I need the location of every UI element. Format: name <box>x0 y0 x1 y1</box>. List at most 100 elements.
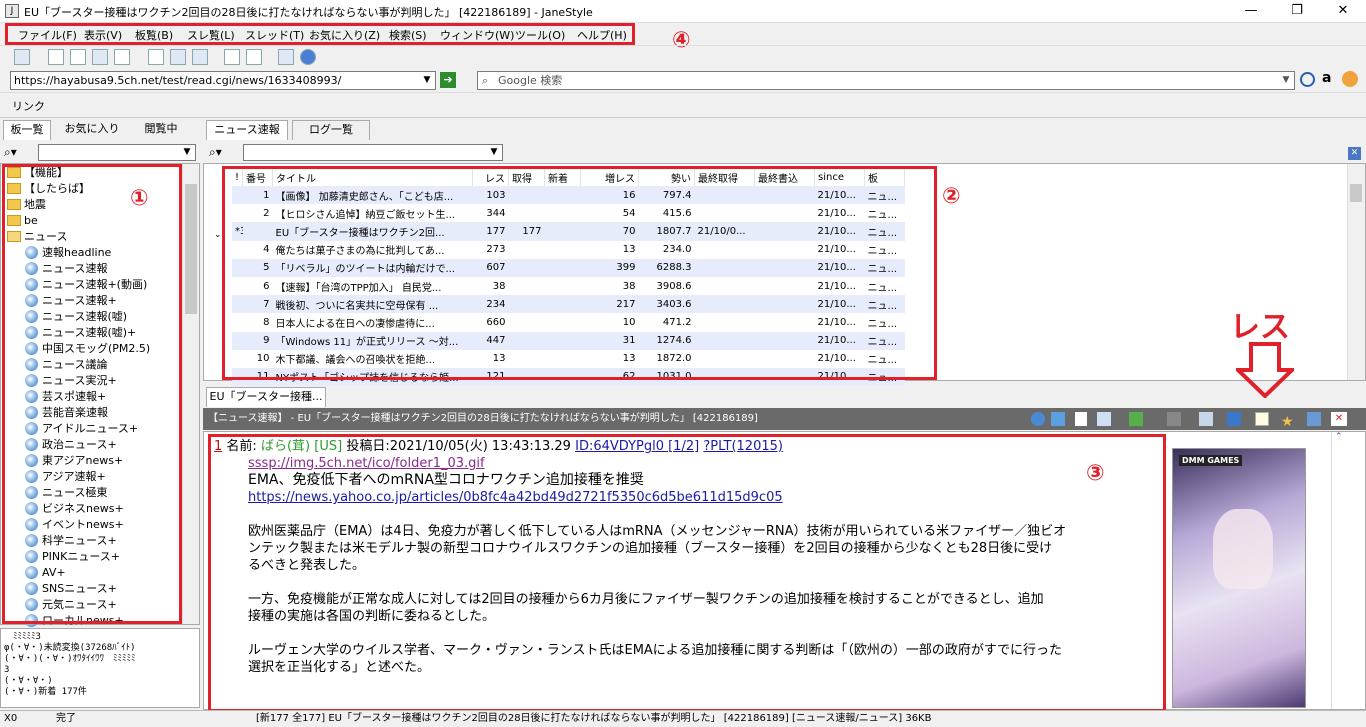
menu-tools[interactable]: ツール(O) <box>515 27 565 43</box>
menu-favorites[interactable]: お気に入り(Z) <box>309 27 380 43</box>
maximize-button[interactable]: ❐ <box>1274 0 1320 23</box>
column-header[interactable]: 新着 <box>544 168 582 186</box>
thread-filter-input[interactable]: ▼ <box>243 144 503 161</box>
tab-news-sokuho[interactable]: ニュース速報 <box>206 120 288 140</box>
thread-row[interactable]: 9 「Windows 11」が正式リリース ～対... 447 31 1274.6 21/… <box>232 331 905 350</box>
board-item[interactable]: ニュース速報+(動画) <box>25 277 147 293</box>
board-item[interactable]: AV+ <box>25 565 66 581</box>
column-header[interactable]: since <box>814 168 866 186</box>
search-icon[interactable] <box>224 49 240 65</box>
engine-icon[interactable] <box>1342 71 1358 87</box>
thread-row[interactable]: 2 【ヒロシさん追悼】納豆ご飯セット生... 344 54 415.6 21/10... ニ… <box>232 204 905 222</box>
post-plt[interactable]: ?PLT(12015) <box>703 439 783 454</box>
refresh-icon[interactable] <box>1031 412 1045 426</box>
scroll-up-icon[interactable]: ⌃ <box>1335 432 1343 442</box>
tab-browsing[interactable]: 閲覧中 <box>133 120 189 140</box>
layout-4-icon[interactable] <box>114 49 130 65</box>
board-item[interactable]: 東アジアnews+ <box>25 453 123 469</box>
post-id[interactable]: ID:64VDYPgl0 [1/2] <box>575 439 699 454</box>
column-header[interactable]: 最終書込 <box>754 168 816 186</box>
tree-folder[interactable]: 【したらば】 <box>7 181 90 197</box>
reply-icon[interactable] <box>1255 412 1269 426</box>
column-header[interactable]: ! <box>232 168 243 186</box>
post-icon-link[interactable]: sssp://img.5ch.net/ico/folder1_03.gif <box>248 455 1164 472</box>
board-item[interactable]: 政治ニュース+ <box>25 437 117 453</box>
close-button[interactable]: ✕ <box>1320 0 1366 23</box>
column-header[interactable]: レス <box>472 168 510 186</box>
column-header[interactable]: 増レス <box>580 168 640 186</box>
stop-icon[interactable] <box>1167 412 1181 426</box>
tree-folder[interactable]: 地震 <box>7 197 46 213</box>
scroll-thumb[interactable] <box>1350 184 1362 202</box>
find-icon[interactable] <box>246 49 262 65</box>
column-header[interactable]: 番号 <box>242 168 274 186</box>
save-icon[interactable] <box>1097 412 1111 426</box>
menu-help[interactable]: ヘルプ(H) <box>577 27 627 43</box>
thread-search-icon[interactable]: ⌕▾ <box>209 145 222 160</box>
filter-search-icon[interactable]: ⌕▾ <box>4 145 17 160</box>
post-number[interactable]: 1 <box>214 439 222 454</box>
layout-1-icon[interactable] <box>48 49 64 65</box>
chevron-down-icon[interactable]: ▼ <box>419 72 435 89</box>
close-thread-icon[interactable]: ✕ <box>1331 412 1347 426</box>
next-icon[interactable] <box>1227 412 1241 426</box>
column-header[interactable]: 板 <box>864 168 906 186</box>
tree-folder[interactable]: 【機能】 <box>7 165 68 181</box>
board-item[interactable]: ニュース極東 <box>25 485 107 501</box>
tab-log-list[interactable]: ログ一覧 <box>292 120 370 140</box>
thread-row[interactable]: 5 「リベラル」のツイートは内輪だけで... 607 399 6288.3 21/10..… <box>232 258 905 277</box>
board-item[interactable]: 科学ニュース+ <box>25 533 117 549</box>
board-item[interactable]: ニュース議論 <box>25 357 107 373</box>
column-header[interactable]: 最終取得 <box>694 168 756 186</box>
scroll-thumb[interactable] <box>185 184 197 314</box>
board-item[interactable]: SNSニュース+ <box>25 581 117 597</box>
board-item[interactable]: 元気ニュース+ <box>25 597 117 613</box>
board-item[interactable]: ローカルnews+ <box>25 613 124 629</box>
tab-favorites[interactable]: お気に入り <box>55 120 129 140</box>
new-post-icon[interactable] <box>148 49 164 65</box>
url-input[interactable]: https://hayabusa9.5ch.net/test/read.cgi/… <box>10 71 436 90</box>
connect-icon[interactable] <box>14 49 30 65</box>
board-item[interactable]: アイドルニュース+ <box>25 421 138 437</box>
board-item[interactable]: ビジネスnews+ <box>25 501 124 517</box>
tree-folder[interactable]: be <box>7 213 38 229</box>
thread-row[interactable]: 11 NYポスト「ゴシップ誌を信じるなら姫... 121 62 1031.0 21/10.… <box>232 367 905 387</box>
tree-folder-open[interactable]: ニュース <box>7 229 67 245</box>
board-item[interactable]: ニュース速報 <box>25 261 107 277</box>
tab-read-thread[interactable]: EU「ブースター接種... <box>206 387 326 407</box>
post-article-link[interactable]: https://news.yahoo.co.jp/articles/0b8fc4… <box>248 489 1164 506</box>
refresh-all-icon[interactable] <box>192 49 208 65</box>
minimize-button[interactable]: — <box>1228 0 1274 23</box>
chevron-down-icon[interactable]: ▼ <box>1278 72 1294 89</box>
menu-search[interactable]: 検索(S) <box>389 27 427 43</box>
thread-row[interactable]: 6 【速報】「台湾のTPP加入」 自民党... 38 38 3908.6 21/10...… <box>232 277 905 295</box>
board-item[interactable]: 速報headline <box>25 245 111 261</box>
menu-thread[interactable]: スレッド(T) <box>245 27 304 43</box>
amazon-icon[interactable]: a <box>1322 70 1331 86</box>
search-input[interactable]: ⌕ Google 検索 ▼ <box>477 71 1295 90</box>
chevron-down-icon[interactable]: ▼ <box>179 145 195 160</box>
ad-banner[interactable]: DMM GAMES <box>1172 448 1306 708</box>
board-item[interactable]: ニュース速報(嘘)+ <box>25 325 136 341</box>
menu-view[interactable]: 表示(V) <box>84 27 122 43</box>
board-item[interactable]: イベントnews+ <box>25 517 124 533</box>
pen-icon[interactable] <box>1199 412 1213 426</box>
board-item[interactable]: 芸スポ速報+ <box>25 389 106 405</box>
menu-file[interactable]: ファイル(F) <box>18 27 77 43</box>
menu-boards[interactable]: 板覧(B) <box>135 27 173 43</box>
help-icon[interactable] <box>300 49 316 65</box>
favorite-star-icon[interactable]: ★ <box>1281 411 1294 433</box>
board-filter-input[interactable]: ▼ <box>38 144 196 161</box>
tree-scrollbar[interactable] <box>182 164 199 624</box>
board-item[interactable]: 芸能音楽速報 <box>25 405 108 421</box>
tab-boards[interactable]: 板一覧 <box>3 120 51 140</box>
thread-row[interactable]: 8 日本人による在日への凄惨虐待に... 660 10 471.2 21/10... ニュ.… <box>232 313 905 331</box>
board-item[interactable]: ニュース実況+ <box>25 373 117 389</box>
column-header[interactable]: タイトル <box>272 168 474 186</box>
trash-icon[interactable] <box>1307 412 1321 426</box>
column-header[interactable]: 取得 <box>508 168 546 186</box>
document-icon[interactable] <box>1075 412 1087 426</box>
thread-row[interactable]: 4 俺たちは菓子さまの為に批判してあ... 273 13 234.0 21/10... ニュ… <box>232 241 905 259</box>
read-scrollbar[interactable]: ⌃ <box>1331 432 1349 709</box>
board-item[interactable]: ニュース速報(嘘) <box>25 309 127 325</box>
